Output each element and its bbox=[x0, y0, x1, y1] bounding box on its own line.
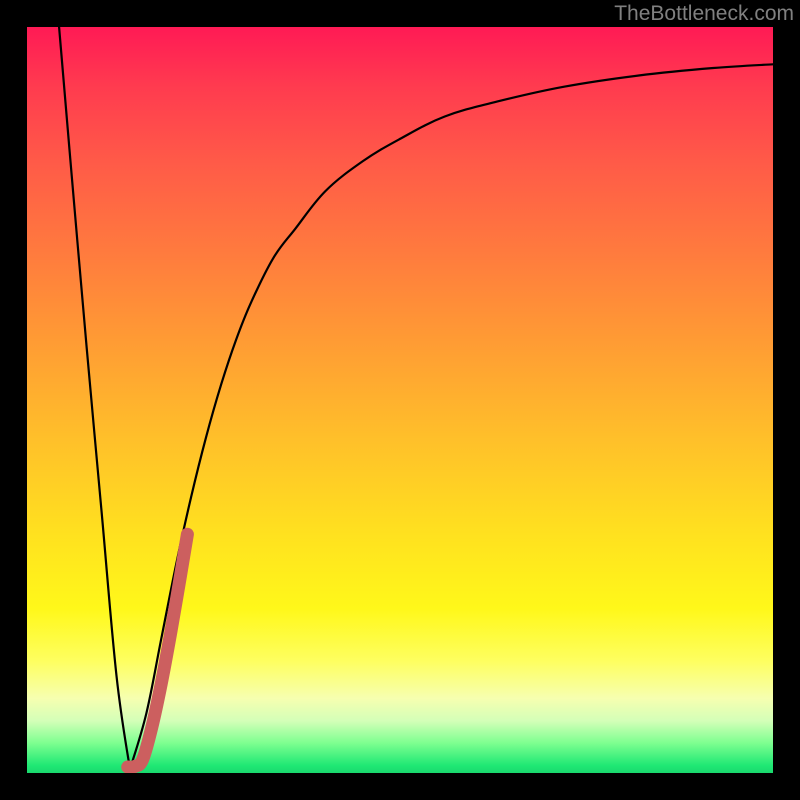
series-left-descent bbox=[59, 27, 130, 769]
series-accent-segment bbox=[128, 534, 188, 767]
series-right-rise bbox=[130, 64, 773, 769]
watermark-text: TheBottleneck.com bbox=[614, 2, 794, 26]
chart-frame: TheBottleneck.com bbox=[0, 0, 800, 800]
curve-layer bbox=[27, 27, 773, 773]
accent-curve bbox=[128, 534, 188, 767]
plot-area bbox=[27, 27, 773, 773]
